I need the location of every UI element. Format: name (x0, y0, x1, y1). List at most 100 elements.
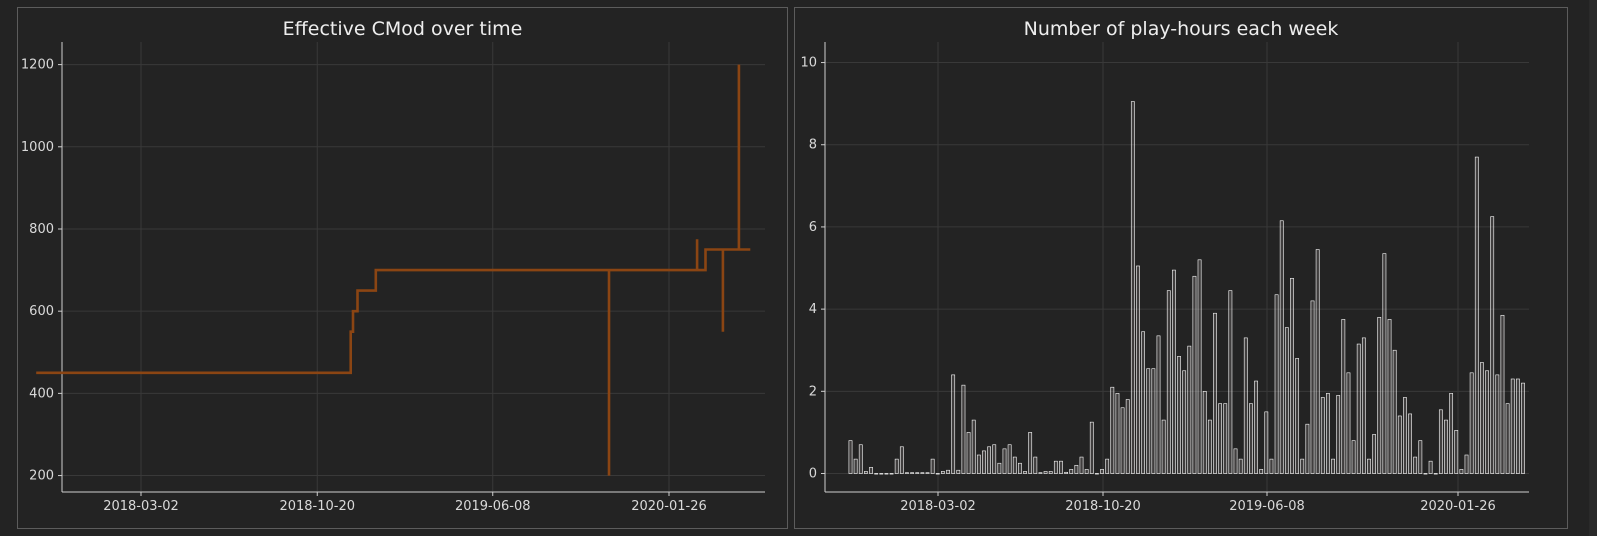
playhours-bar (1408, 413, 1412, 474)
cmod-chart-panel: Effective CMod over time 2018-03-02 2018-… (17, 7, 788, 529)
y-tick-label: 600 (29, 304, 54, 319)
playhours-bar (1043, 471, 1048, 474)
playhours-bar (1331, 458, 1335, 474)
playhours-bar (915, 472, 920, 474)
playhours-bar (946, 469, 950, 474)
playhours-bar (1305, 423, 1310, 474)
playhours-bar (1223, 403, 1228, 474)
playhours-bar (1413, 456, 1418, 474)
playhours-bar (1480, 362, 1484, 474)
y-tick-label: 1200 (21, 58, 54, 73)
playhours-bar (1490, 216, 1495, 474)
playhours-bar (1361, 337, 1366, 474)
playhours-bar (1192, 275, 1197, 474)
playhours-bar (1449, 393, 1454, 474)
playhours-bar (1074, 464, 1079, 474)
playhours-bar (869, 467, 873, 474)
playhours-bar (1387, 319, 1392, 474)
playhours-bar (1326, 393, 1330, 474)
playhours-bar (1033, 456, 1038, 474)
y-tick-label: 0 (809, 467, 817, 482)
playhours-bar (1233, 448, 1238, 474)
playhours-bar (930, 458, 935, 474)
playhours-bar (1254, 380, 1258, 474)
playhours-bar (905, 472, 909, 474)
playhours-bar (1295, 358, 1300, 474)
playhours-bar (1023, 471, 1027, 474)
playhours-bar (1469, 372, 1474, 474)
playhours-bar (1141, 331, 1145, 474)
playhours-bar (971, 419, 976, 474)
playhours-bar (1377, 317, 1382, 474)
playhours-bar (976, 454, 981, 474)
playhours-bar (1521, 382, 1525, 474)
playhours-bar (1485, 370, 1489, 474)
playhours-bar (884, 473, 889, 475)
playhours-bar (920, 472, 925, 474)
playhours-bar (1274, 294, 1279, 474)
playhours-bar (992, 444, 997, 474)
playhours-bar (997, 462, 1002, 474)
playhours-bar (1428, 460, 1433, 474)
playhours-bar (1166, 290, 1171, 474)
playhours-bar (1438, 409, 1443, 474)
x-tick-label: 2020-01-26 (631, 499, 707, 514)
playhours-bar (951, 374, 956, 474)
playhours-bar (1474, 156, 1479, 474)
playhours-bar (1243, 337, 1248, 474)
playhours-bar (1464, 454, 1469, 474)
playhours-bar (1048, 471, 1053, 474)
playhours-bar (1136, 265, 1140, 474)
playhours-bar (874, 473, 879, 475)
cmod-series-line (36, 64, 751, 476)
playhours-bar (1053, 460, 1058, 474)
y-tick-label: 4 (809, 302, 817, 317)
playhours-bar (925, 472, 930, 474)
playhours-chart-panel: Number of play-hours each week 2018-03-0… (794, 7, 1568, 529)
playhours-bar (1418, 440, 1423, 474)
playhours-bar (1510, 378, 1515, 474)
playhours-bar (941, 471, 945, 474)
playhours-bar (1218, 403, 1223, 474)
playhours-bar (1177, 356, 1181, 474)
playhours-bar (1336, 395, 1341, 474)
playhours-bar (1341, 319, 1346, 474)
playhours-bar (1130, 101, 1135, 474)
playhours-bar (1300, 458, 1305, 474)
playhours-bar (1202, 391, 1207, 474)
cmod-line-chart: 2018-03-02 2018-10-20 2019-06-08 2020-01-26… (21, 42, 765, 514)
playhours-bar (1500, 314, 1505, 474)
playhours-bar (1315, 249, 1320, 474)
x-tick-label: 2019-06-08 (455, 499, 531, 514)
playhours-bar (1495, 374, 1500, 474)
playhours-bar (1079, 456, 1084, 474)
playhours-bar (1444, 419, 1448, 474)
y-tick-label: 200 (29, 469, 54, 484)
y-tick-label: 8 (809, 138, 817, 153)
playhours-bar (1156, 335, 1161, 474)
playhours-bar (1064, 471, 1068, 474)
playhours-bar (956, 469, 961, 474)
playhours-bar (1182, 370, 1187, 474)
y-tick-label: 6 (809, 220, 817, 235)
playhours-bar (1356, 343, 1361, 474)
playhours-bar (1228, 290, 1233, 474)
playhours-bar (864, 471, 868, 474)
playhours-bar (982, 450, 986, 474)
playhours-bar (1397, 415, 1402, 474)
x-tick-label: 2018-03-02 (900, 499, 976, 514)
window-scrollbar[interactable] (1589, 0, 1597, 536)
playhours-bar (910, 472, 914, 474)
playhours-bar (879, 473, 884, 475)
playhours-bar (1213, 312, 1217, 474)
playhours-bar (858, 444, 863, 474)
playhours-bar (1161, 419, 1166, 474)
playhours-bar (1084, 469, 1089, 474)
x-tick-label: 2018-10-20 (1065, 499, 1141, 514)
playhours-bar (1146, 368, 1151, 474)
playhours-bar (1197, 259, 1202, 474)
playhours-bar (1392, 349, 1397, 474)
x-tick-label: 2020-01-26 (1420, 499, 1496, 514)
playhours-bar (1007, 444, 1012, 474)
playhours-bar (1372, 434, 1377, 474)
